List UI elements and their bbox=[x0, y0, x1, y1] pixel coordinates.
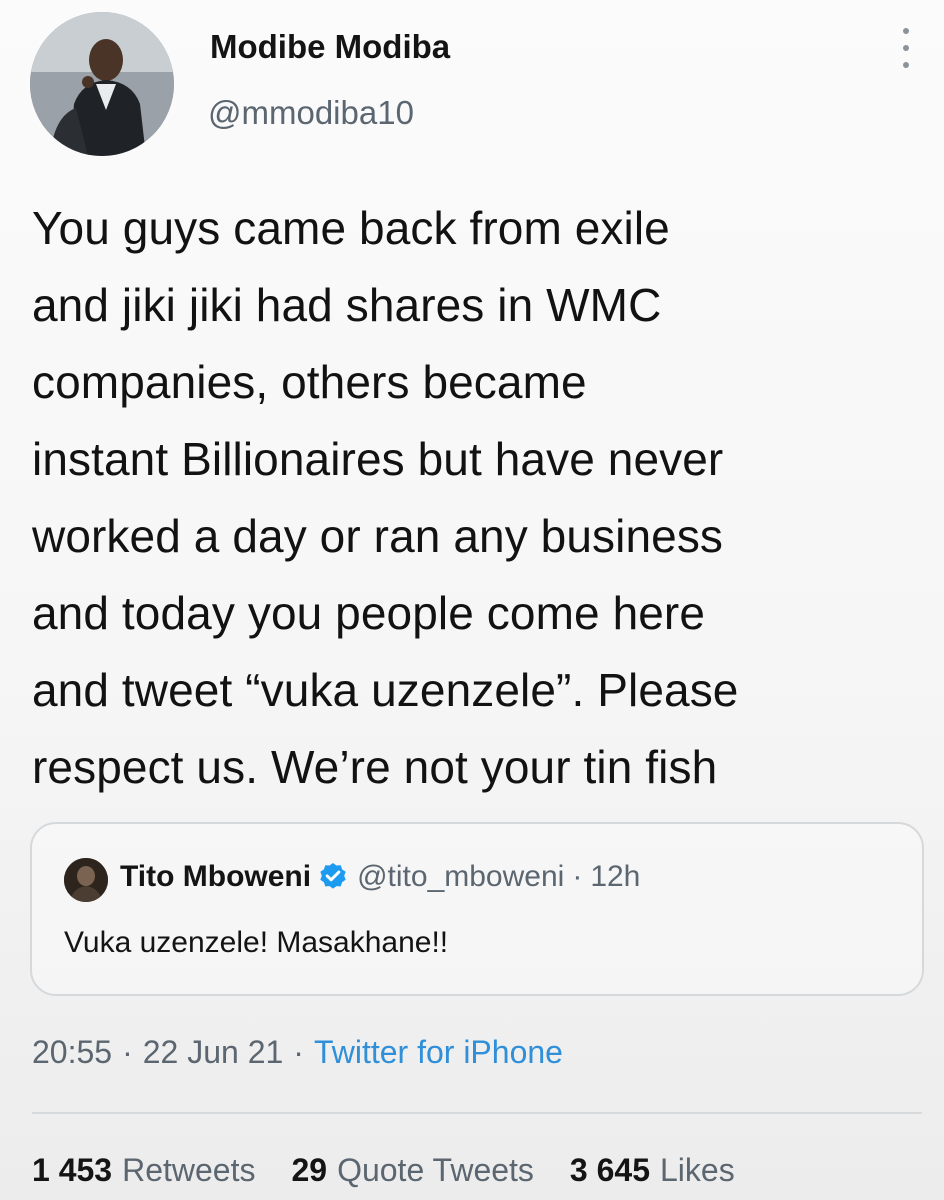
verified-badge-icon bbox=[317, 861, 349, 893]
quoted-tweet-time[interactable]: 12h bbox=[590, 860, 640, 894]
author-avatar[interactable] bbox=[30, 12, 174, 156]
more-dot bbox=[903, 28, 909, 34]
meta-separator: · bbox=[122, 1034, 133, 1070]
quote-tweets-stat[interactable]: 29 Quote Tweets bbox=[291, 1152, 533, 1189]
tweet-time[interactable]: 20:55 bbox=[32, 1034, 112, 1071]
quote-tweets-label: Quote Tweets bbox=[337, 1152, 534, 1188]
meta-separator: · bbox=[293, 1034, 304, 1070]
more-dot bbox=[903, 62, 909, 68]
tweet-meta: 20:55 · 22 Jun 21 · Twitter for iPhone bbox=[32, 1034, 563, 1071]
quoted-avatar-image bbox=[64, 858, 108, 902]
quoted-author-avatar bbox=[64, 858, 108, 902]
tweet-date[interactable]: 22 Jun 21 bbox=[143, 1034, 284, 1071]
quoted-tweet-header: Tito Mboweni @tito_mboweni · 12h bbox=[120, 860, 640, 894]
more-vertical-icon[interactable] bbox=[896, 28, 916, 68]
more-dot bbox=[903, 45, 909, 51]
tweet-source-link[interactable]: Twitter for iPhone bbox=[314, 1034, 563, 1071]
likes-label: Likes bbox=[660, 1152, 735, 1188]
quote-tweets-count: 29 bbox=[291, 1152, 328, 1188]
author-avatar-image bbox=[30, 12, 174, 156]
likes-count: 3 645 bbox=[569, 1152, 650, 1188]
quoted-author-name[interactable]: Tito Mboweni bbox=[120, 860, 311, 894]
divider bbox=[32, 1112, 922, 1114]
retweets-stat[interactable]: 1 453 Retweets bbox=[32, 1152, 255, 1189]
tweet-detail: Modibe Modiba @mmodiba10 You guys came b… bbox=[0, 0, 944, 1200]
tweet-stats: 1 453 Retweets 29 Quote Tweets 3 645 Lik… bbox=[32, 1152, 771, 1189]
retweets-label: Retweets bbox=[122, 1152, 256, 1188]
quoted-tweet-text: Vuka uzenzele! Masakhane!! bbox=[64, 926, 449, 959]
author-name[interactable]: Modibe Modiba bbox=[210, 28, 450, 66]
tweet-text: You guys came back from exile and jiki j… bbox=[32, 202, 739, 793]
quoted-author-handle[interactable]: @tito_mboweni bbox=[357, 860, 564, 894]
quoted-separator: · bbox=[572, 860, 583, 893]
author-handle[interactable]: @mmodiba10 bbox=[208, 94, 414, 132]
likes-stat[interactable]: 3 645 Likes bbox=[570, 1152, 735, 1189]
quoted-tweet-card[interactable]: Tito Mboweni @tito_mboweni · 12h Vuka uz… bbox=[30, 822, 924, 996]
retweets-count: 1 453 bbox=[32, 1152, 113, 1188]
